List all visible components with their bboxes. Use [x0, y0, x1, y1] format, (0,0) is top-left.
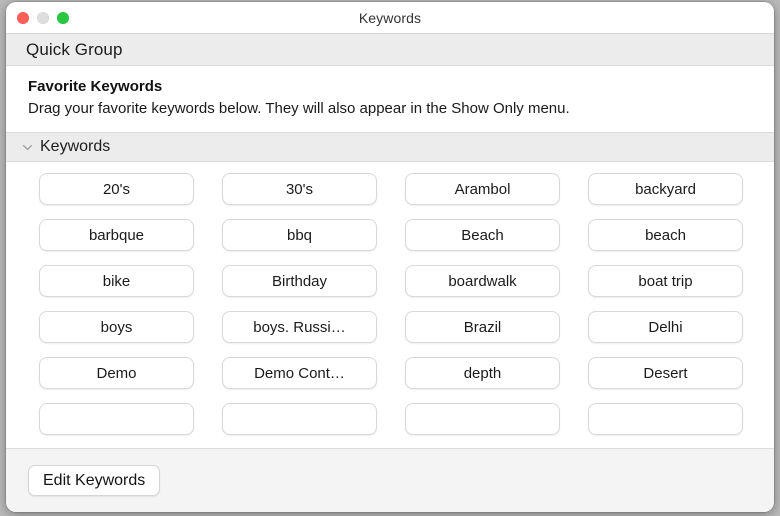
quick-group-bar[interactable]: Quick Group [6, 34, 774, 66]
zoom-window-icon[interactable] [57, 12, 69, 24]
keyword-pill[interactable]: boys [39, 311, 194, 343]
keyword-pill[interactable]: boat trip [588, 265, 743, 297]
keyword-pill[interactable]: 30's [222, 173, 377, 205]
traffic-light-group [17, 12, 69, 24]
favorite-keywords-description: Drag your favorite keywords below. They … [28, 98, 718, 120]
edit-keywords-button[interactable]: Edit Keywords [28, 465, 160, 496]
favorite-keywords-title: Favorite Keywords [28, 76, 752, 97]
keyword-pill[interactable] [222, 403, 377, 435]
keyword-pill[interactable] [588, 403, 743, 435]
quick-group-label: Quick Group [26, 40, 123, 60]
keywords-section-title: Keywords [40, 138, 110, 156]
keyword-pill[interactable]: Desert [588, 357, 743, 389]
keyword-pill[interactable]: depth [405, 357, 560, 389]
keyword-pill[interactable]: barbque [39, 219, 194, 251]
keyword-pill[interactable]: boardwalk [405, 265, 560, 297]
keyword-pill[interactable]: Demo Cont… [222, 357, 377, 389]
keyword-pill[interactable]: backyard [588, 173, 743, 205]
keyword-pill[interactable]: Delhi [588, 311, 743, 343]
keyword-pill[interactable]: beach [588, 219, 743, 251]
keyword-pill[interactable] [405, 403, 560, 435]
keywords-grid-area: 20's 30's Arambol backyard barbque bbq Beachbe… [6, 162, 774, 448]
keyword-pill[interactable] [39, 403, 194, 435]
close-window-icon[interactable] [17, 12, 29, 24]
chevron-down-icon[interactable] [20, 140, 34, 154]
keyword-pill[interactable]: bbq [222, 219, 377, 251]
window-title: Keywords [6, 10, 774, 26]
keyword-pill[interactable]: Beach [405, 219, 560, 251]
keyword-pill[interactable]: boys. Russi… [222, 311, 377, 343]
keywords-window: Keywords Quick Group Favorite Keywords D… [6, 2, 774, 512]
keyword-pill[interactable]: Brazil [405, 311, 560, 343]
keyword-pill[interactable]: Demo [39, 357, 194, 389]
keyword-pill[interactable]: bike [39, 265, 194, 297]
favorite-keywords-section: Favorite Keywords Drag your favorite key… [6, 66, 774, 132]
keyword-pill[interactable]: Birthday [222, 265, 377, 297]
keyword-pill[interactable]: 20's [39, 173, 194, 205]
window-footer: Edit Keywords [6, 448, 774, 512]
keywords-grid: 20's 30's Arambol backyard barbque bbq Beachbe… [6, 173, 774, 435]
keyword-pill[interactable]: Arambol [405, 173, 560, 205]
keywords-section-header[interactable]: Keywords [6, 132, 774, 162]
minimize-window-icon[interactable] [37, 12, 49, 24]
window-titlebar: Keywords [6, 2, 774, 34]
